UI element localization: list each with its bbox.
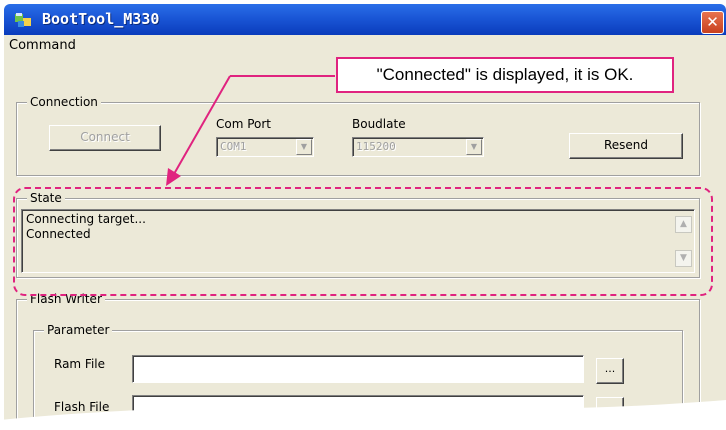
app-window: BootTool_M330 ✕ Command Connection Conne…: [0, 0, 726, 430]
annotation-callout: "Connected" is displayed, it is OK.: [336, 57, 674, 93]
torn-edge: [0, 400, 726, 430]
